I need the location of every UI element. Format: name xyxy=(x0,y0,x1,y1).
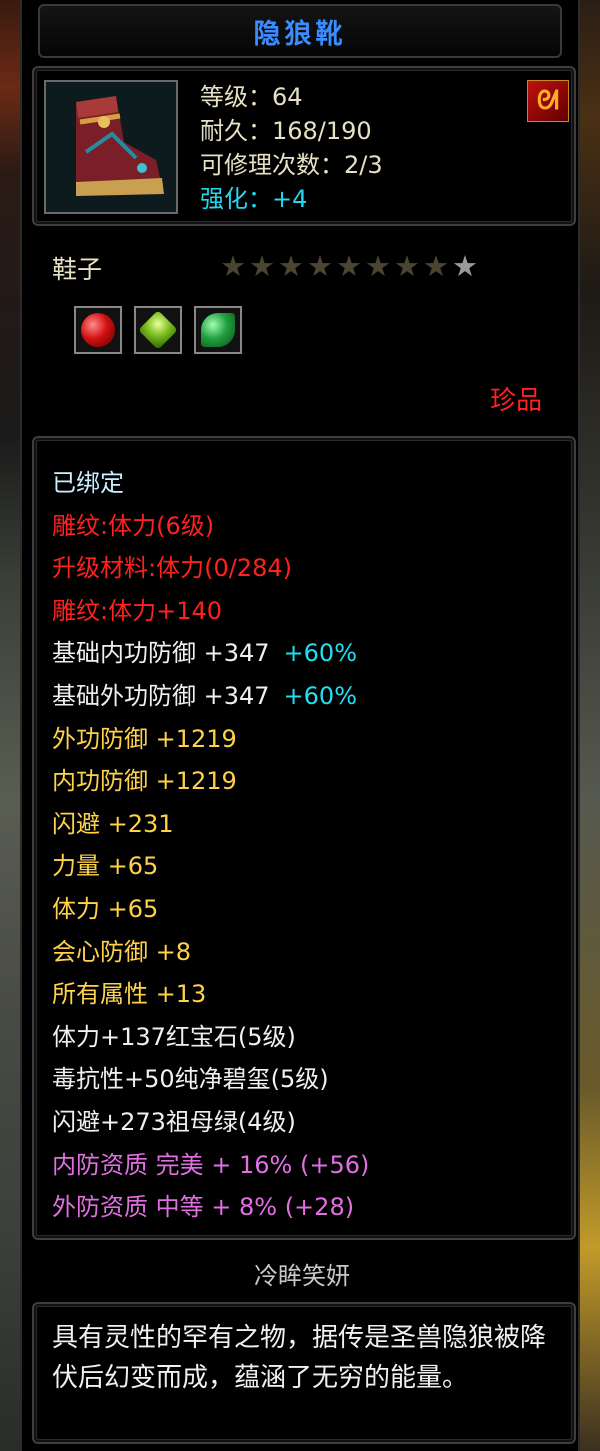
dragon-emblem-icon: ᘛ xyxy=(527,80,569,122)
attribute-text: 外功防御 +1219 xyxy=(52,724,237,753)
attribute-line: 基础外功防御 +347 +60% xyxy=(52,675,369,718)
attribute-text: 闪避 +231 xyxy=(52,809,174,838)
attribute-line: 外功防御 +1219 xyxy=(52,718,369,761)
gem-sockets xyxy=(74,306,242,354)
attribute-text: 基础内功防御 +347 xyxy=(52,639,270,668)
star-rating: ★ ★ ★ ★ ★ ★ ★ ★ ★ xyxy=(220,250,478,282)
star-icon: ★ xyxy=(336,249,362,283)
star-icon: ★ xyxy=(307,249,333,283)
attribute-line: 已绑定 xyxy=(52,462,369,505)
gem-slot xyxy=(134,306,182,354)
level-stat: 等级：64 xyxy=(200,83,303,111)
attribute-line: 毒抗性+50纯净碧玺(5级) xyxy=(52,1058,369,1101)
attribute-line: 内防资质 完美 + 16% (+56) xyxy=(52,1144,369,1187)
boots-icon xyxy=(44,80,178,214)
set-name: 冷眸笑妍 xyxy=(254,1262,350,1290)
attribute-text: 闪避+273祖母绿(4级) xyxy=(52,1107,296,1136)
red-gem-icon xyxy=(81,313,115,347)
attribute-text: 雕纹:体力(6级) xyxy=(52,511,215,540)
attribute-line: 体力+137红宝石(5级) xyxy=(52,1016,369,1059)
attribute-bonus: +60% xyxy=(283,681,357,710)
item-name: 隐狼靴 xyxy=(253,18,347,50)
item-tooltip: 隐狼靴 等级：64 耐久：168/190 可修理次数：2/3 强化：+4 ᘛ 鞋… xyxy=(20,0,580,1451)
enhance-stat: 强化：+4 xyxy=(200,185,308,213)
attribute-text: 已绑定 xyxy=(52,469,124,497)
attribute-text: 雕纹:体力+140 xyxy=(52,596,223,625)
item-stats: 等级：64 耐久：168/190 可修理次数：2/3 强化：+4 xyxy=(200,80,383,216)
star-icon: ★ xyxy=(365,249,391,283)
title-bar: 隐狼靴 xyxy=(38,4,562,58)
attribute-list: 已绑定雕纹:体力(6级) 升级材料:体力(0/284) 雕纹:体力+140 基础内功防… xyxy=(52,462,369,1229)
attribute-text: 外防资质 中等 + 8% (+28) xyxy=(52,1193,355,1222)
attribute-line: 闪避+273祖母绿(4级) xyxy=(52,1101,369,1144)
durability-stat: 耐久：168/190 xyxy=(200,117,372,145)
green-gem-icon xyxy=(201,313,235,347)
attribute-bonus: +60% xyxy=(283,639,357,668)
attribute-text: 内防资质 完美 + 16% (+56) xyxy=(52,1150,370,1179)
gem-slot xyxy=(194,306,242,354)
attribute-text: 基础外功防御 +347 xyxy=(52,681,270,710)
attribute-text: 升级材料:体力(0/284) xyxy=(52,554,292,583)
attribute-text: 所有属性 +13 xyxy=(52,980,207,1009)
attribute-text: 体力+137红宝石(5级) xyxy=(52,1022,296,1051)
attribute-line: 雕纹:体力(6级) xyxy=(52,505,369,548)
rarity-label: 珍品 xyxy=(489,386,542,416)
attribute-text: 内功防御 +1219 xyxy=(52,767,237,796)
attribute-text: 会心防御 +8 xyxy=(52,937,192,966)
attribute-text: 力量 +65 xyxy=(52,852,159,881)
star-icon: ★ xyxy=(220,249,246,283)
attribute-text: 体力 +65 xyxy=(52,894,159,923)
gem-slot xyxy=(74,306,122,354)
attribute-line: 体力 +65 xyxy=(52,888,369,931)
attribute-line: 升级材料:体力(0/284) xyxy=(52,547,369,590)
star-icon: ★ xyxy=(423,249,449,283)
star-icon: ★ xyxy=(249,249,275,283)
attribute-line: 会心防御 +8 xyxy=(52,931,369,974)
attribute-line: 外防资质 中等 + 8% (+28) xyxy=(52,1186,369,1229)
attribute-text: 毒抗性+50纯净碧玺(5级) xyxy=(52,1065,329,1094)
attribute-line: 闪避 +231 xyxy=(52,803,369,846)
attribute-line: 雕纹:体力+140 xyxy=(52,590,369,633)
star-icon: ★ xyxy=(278,249,304,283)
item-type: 鞋子 xyxy=(52,255,103,284)
attribute-line: 力量 +65 xyxy=(52,845,369,888)
item-description: 具有灵性的罕有之物，据传是圣兽隐狼被降伏后幻变而成，蕴涵了无穷的能量。 xyxy=(52,1323,547,1393)
star-icon: ★ xyxy=(394,249,420,283)
attribute-line: 内功防御 +1219 xyxy=(52,760,369,803)
attribute-line: 基础内功防御 +347 +60% xyxy=(52,632,369,675)
lime-gem-icon xyxy=(138,310,178,350)
attribute-line: 所有属性 +13 xyxy=(52,973,369,1016)
star-icon: ★ xyxy=(452,249,478,283)
repair-count-stat: 可修理次数：2/3 xyxy=(200,151,383,179)
